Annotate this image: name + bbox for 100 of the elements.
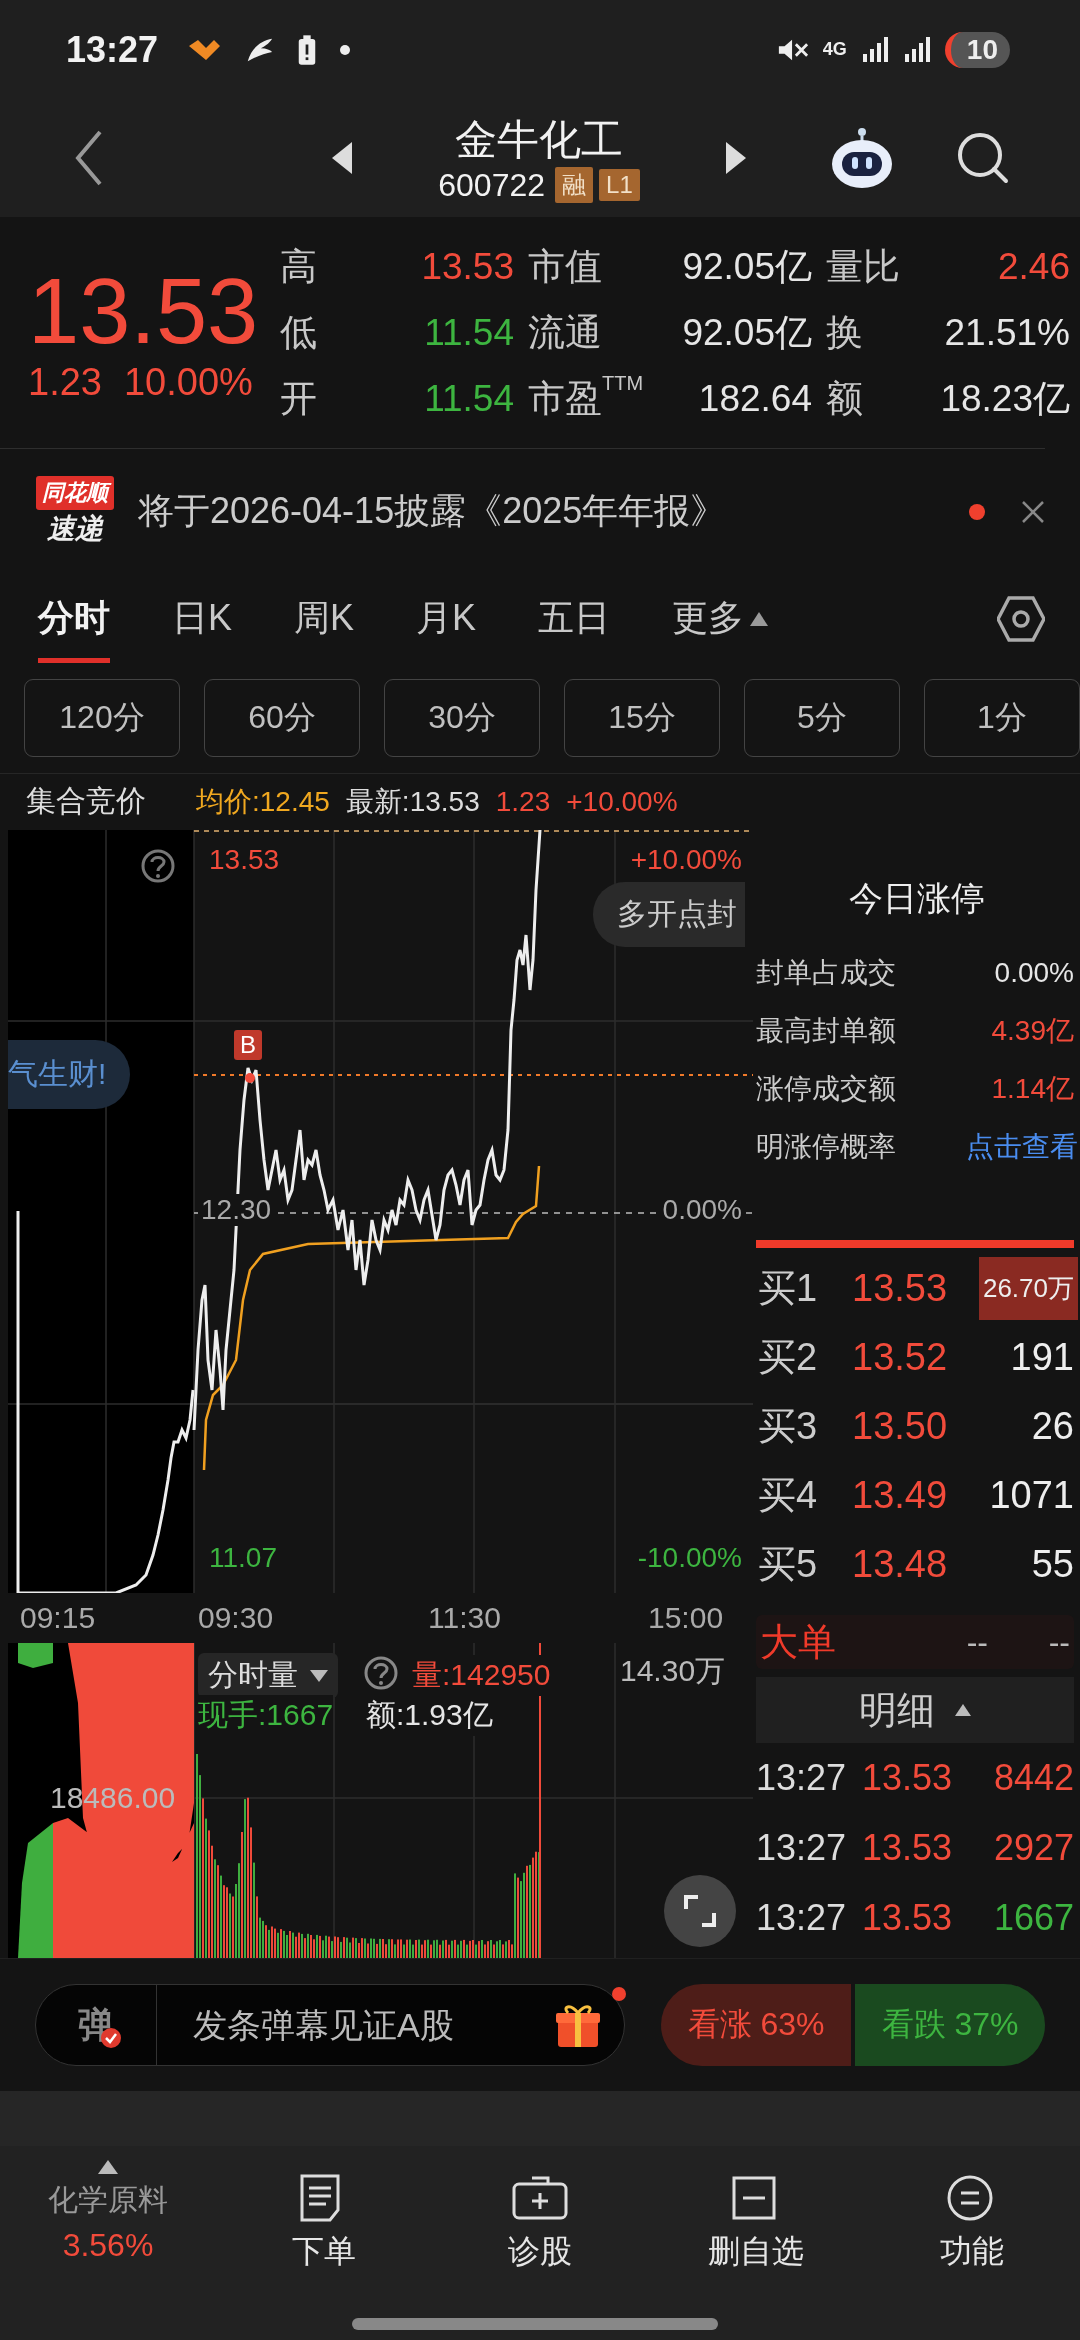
order-quantity: 191	[1009, 1335, 1075, 1381]
big-order-label: 大单	[759, 1619, 837, 1665]
chart-tab[interactable]: 月K	[416, 574, 477, 663]
stat-label: 市值	[528, 244, 603, 289]
order-quantity: 1071	[988, 1473, 1075, 1519]
period-button[interactable]: 5分	[744, 678, 900, 757]
view-link[interactable]: 点击查看	[966, 1128, 1078, 1167]
help-icon[interactable]	[140, 848, 176, 885]
auction-label: 集合竞价	[26, 783, 146, 820]
promo-bubble[interactable]: 气生财!	[8, 1040, 131, 1110]
trade-price: 13.53	[862, 1827, 954, 1870]
indicator-dropdown[interactable]: 分时量	[198, 1653, 338, 1699]
clock-time: 13:27	[66, 28, 159, 71]
stat-value: 18.23亿	[939, 376, 1070, 421]
stat-label: 最高封单额	[756, 1014, 896, 1049]
buy-marker: B	[234, 1030, 262, 1061]
settings-icon[interactable]	[997, 594, 1045, 643]
stat-value: 21.51%	[943, 311, 1070, 354]
stat-value: 1.14亿	[991, 1072, 1074, 1107]
bearish-vote-button[interactable]: 看跌 37%	[855, 1984, 1045, 2067]
axis-label: 12.30	[198, 1194, 275, 1227]
trade-quantity: 8442	[993, 1757, 1075, 1800]
stock-code: 600722	[438, 166, 546, 204]
stat-value: 13.53	[420, 245, 514, 288]
stat-value: 11.54	[423, 311, 514, 354]
news-headline[interactable]: 将于2026-04-15披露《2025年年报》	[138, 487, 969, 537]
bid-level: 买5	[757, 1542, 819, 1588]
period-button[interactable]: 1分	[924, 678, 1080, 757]
stat-label: 流通	[528, 310, 603, 355]
chart-tab[interactable]: 日K	[172, 574, 232, 663]
price-change: 1.23	[28, 361, 102, 405]
time-label: 15:00	[648, 1601, 724, 1636]
stat-value: 4.39亿	[991, 1014, 1074, 1049]
stat-value: 182.64	[697, 377, 812, 420]
turnover-value: 额:1.93亿	[366, 1695, 493, 1737]
period-button[interactable]: 60分	[204, 678, 360, 757]
details-header[interactable]: 明细	[756, 1677, 1074, 1744]
stock-tag: 融	[555, 167, 594, 204]
stat-label: 换	[826, 310, 864, 355]
bid-price: 13.52	[852, 1336, 949, 1380]
sector-button[interactable]: 化学原料 3.56%	[0, 2151, 216, 2340]
bid-level: 买1	[757, 1266, 819, 1312]
caret-up-icon	[750, 611, 769, 626]
chart-tab[interactable]: 周K	[294, 574, 355, 663]
bullish-vote-button[interactable]: 看涨 63%	[661, 1984, 851, 2067]
fullscreen-icon[interactable]	[664, 1875, 736, 1948]
last-price: 13.53	[28, 261, 260, 362]
trade-quantity: 2927	[993, 1827, 1075, 1870]
caret-down-icon	[310, 1669, 328, 1682]
volume-value: 量:142950	[412, 1655, 551, 1697]
stat-label: 开	[280, 376, 318, 421]
bid-price: 13.50	[852, 1405, 949, 1449]
period-button[interactable]: 120分	[24, 678, 180, 757]
nav-button[interactable]: 诊股	[432, 2151, 648, 2340]
trade-price: 13.53	[862, 1897, 954, 1940]
bid-price: 13.53	[852, 1267, 949, 1311]
search-icon[interactable]	[956, 131, 1010, 186]
time-label: 09:15	[20, 1601, 96, 1636]
chart-tab[interactable]: 更多	[672, 574, 769, 663]
help-icon[interactable]	[363, 1655, 399, 1692]
percent-change: +10.00%	[566, 785, 678, 818]
chart-tab[interactable]: 分时	[38, 574, 110, 663]
percent-change: 10.00%	[123, 361, 253, 405]
next-stock-icon[interactable]	[724, 140, 748, 177]
promo-bubble[interactable]: 多开点封	[593, 882, 745, 948]
stat-value: 11.54	[423, 377, 514, 420]
stat-label: 明涨停概率	[756, 1130, 896, 1165]
chart-tab[interactable]: 五日	[538, 574, 611, 663]
period-button[interactable]: 30分	[384, 678, 540, 757]
previous-stock-icon[interactable]	[330, 140, 354, 177]
order-quantity: 26.70万	[978, 1257, 1078, 1321]
network-type: 4G	[822, 39, 847, 61]
time-label: 11:30	[428, 1601, 501, 1636]
time-label: 09:30	[198, 1601, 274, 1636]
signal-icon	[860, 35, 889, 64]
trade-price: 13.53	[862, 1757, 954, 1800]
stat-label: 高	[280, 244, 318, 289]
order-quantity: 26	[1030, 1404, 1075, 1450]
nav-button[interactable]: 功能	[864, 2151, 1080, 2340]
stat-label: 额	[826, 376, 864, 421]
stat-value: 92.05亿	[681, 244, 812, 289]
trade-time: 13:27	[756, 1897, 848, 1940]
bid-level: 买2	[757, 1335, 819, 1381]
caret-up-icon	[955, 1704, 971, 1717]
nav-button[interactable]: 删自选	[648, 2151, 864, 2340]
stat-value: 0.00%	[994, 957, 1074, 990]
close-icon[interactable]	[1021, 499, 1045, 524]
stat-label: 低	[280, 310, 318, 355]
bid-price: 13.48	[852, 1543, 949, 1587]
battery-level: 10	[944, 31, 1010, 68]
period-button[interactable]: 15分	[564, 678, 720, 757]
nav-button[interactable]: 下单	[216, 2151, 432, 2340]
average-price: 均价:12.45	[196, 784, 330, 819]
latest-price: 最新:13.53	[345, 784, 480, 819]
panel-title: 今日涨停	[848, 878, 986, 920]
stat-value: 2.46	[997, 245, 1070, 288]
order-quantity: 55	[1030, 1542, 1075, 1588]
price-change: 1.23	[495, 785, 551, 818]
trade-time: 13:27	[756, 1757, 848, 1800]
big-order-value: --	[1047, 1623, 1071, 1661]
